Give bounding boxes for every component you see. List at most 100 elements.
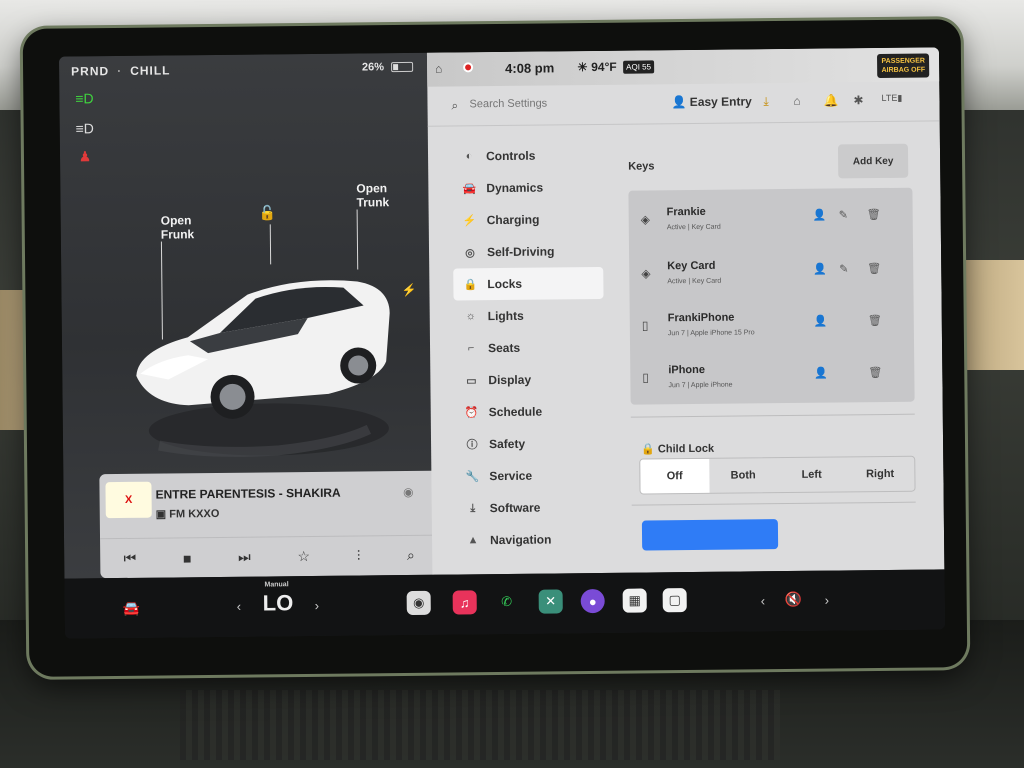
settings-nav: ◐ Controls 🚘 Dynamics ⚡ Charging ◎ Self-Driv… [452,139,606,557]
temp-up-arrow[interactable]: › [315,598,320,613]
trash-icon[interactable]: 🗑 [868,314,882,327]
nav-item-charging[interactable]: ⚡ Charging [453,203,603,237]
car-icon[interactable]: 🚘 [123,600,141,617]
phone-app-icon[interactable]: ✆ [495,590,519,614]
passenger-airbag-status: PASSENGER AIRBAG OFF [877,53,930,79]
stop-icon[interactable]: ■ [183,550,192,566]
child-lock-right[interactable]: Right [846,457,915,492]
child-lock-off[interactable]: Off [640,458,710,494]
key-item[interactable]: ◈ Frankie Active | Key Card 👤 ✎ 🗑 [628,192,913,247]
seat-icon: ⌐ [467,342,475,355]
climate-mode-label: Manual [264,581,289,589]
volume-down-arrow[interactable]: ‹ [761,593,766,608]
nav-item-controls[interactable]: ◐ Controls [452,139,602,173]
settings-panel: ⌂ 4:08 pm ☀ 94°F AQI 55 PASSENGER AIRBAG… [426,47,945,575]
sun-icon: ☼ [465,310,476,323]
nav-item-schedule[interactable]: ⏰ Schedule [455,395,605,429]
toggle-icon: ◐ [465,150,473,163]
trash-icon[interactable]: 🗑 [868,366,882,379]
search-settings-input[interactable] [469,96,630,111]
favorite-star-icon[interactable]: ☆ [297,548,310,565]
driver-profile-button[interactable]: 👤 Easy Entry [671,94,751,109]
outside-temperature: ☀ 94°F [577,59,617,75]
volume-up-arrow[interactable]: › [825,593,830,608]
bluetooth-icon[interactable]: ✱ [853,93,863,107]
bolt-icon: ⚡ [462,214,477,227]
nav-item-display[interactable]: ▭ Display [454,363,604,397]
camera-app-icon[interactable]: ◉ [406,590,431,616]
edit-pencil-icon[interactable]: ✎ [839,208,848,221]
car-icon: 🚘 [462,182,477,195]
bottom-dock: 🚘 ‹ Manual LO › ◉ ♫ ✆ ✕ ● ▦ ▢ ‹ 🔇 › [64,569,946,639]
calendar-app-icon[interactable]: ▢ [662,588,687,613]
charge-port-icon[interactable]: ⚡ [401,283,416,297]
media-app-icon[interactable]: ● [580,588,605,614]
display-icon: ▭ [466,374,477,387]
nav-item-lights[interactable]: ☼ Lights [454,299,604,333]
air-vent [180,690,780,760]
door-lock-icon[interactable]: 🔓 [259,204,277,221]
map-pin-icon [463,62,474,73]
wrench-icon: 🔧 [465,470,480,483]
cabin-temperature[interactable]: LO [263,590,294,616]
next-track-icon[interactable]: ⏭ [238,549,251,566]
nav-item-safety[interactable]: ⓘ Safety [455,427,605,461]
search-icon[interactable]: ⌕ [407,547,415,564]
nav-item-seats[interactable]: ⌐ Seats [454,331,604,365]
user-icon[interactable]: 👤 [813,263,827,276]
open-frunk-button[interactable]: Open Frunk [161,213,195,241]
user-icon[interactable]: 👤 [814,315,828,328]
nav-item-dynamics[interactable]: 🚘 Dynamics [452,171,602,205]
apps-launcher-icon[interactable]: ▦ [622,588,647,613]
child-lock-selector: Off Both Left Right [639,455,916,495]
music-app-icon[interactable]: ♫ [452,590,477,615]
drive-status: PRND · CHILL [71,63,171,79]
info-icon: ⓘ [466,439,478,452]
station-name: ▣ FM KXXO [155,507,220,521]
aqi-badge: AQI 55 [623,60,655,74]
blue-action-button[interactable] [641,519,779,551]
key-item[interactable]: ◈ Key Card Active | Key Card 👤 ✎ 🗑 [629,246,914,301]
section-divider [631,501,916,506]
keys-heading: Keys [628,160,655,173]
edit-pencil-icon[interactable]: ✎ [839,262,848,275]
previous-track-icon[interactable]: ⏮ [124,550,137,567]
phone-key-icon: ▯ [642,370,650,385]
trash-icon[interactable]: 🗑 [867,262,881,275]
toybox-app-icon[interactable]: ✕ [538,589,563,614]
keys-list: ◈ Frankie Active | Key Card 👤 ✎ 🗑 ◈ Key … [628,187,915,405]
key-item[interactable]: ▯ iPhone Jun 7 | Apple iPhone 👤 🗑 [630,350,915,405]
car-model-image [136,280,390,457]
nav-item-self-driving[interactable]: ◎ Self-Driving [453,235,603,269]
temp-down-arrow[interactable]: ‹ [237,599,242,614]
media-player: X ENTRE PARENTESIS - SHAKIRA ▣ FM KXXO ◉… [99,470,439,579]
seatbelt-warning-icon: ♟ [78,148,92,165]
user-icon[interactable]: 👤 [813,209,827,222]
drive-mode: CHILL [130,63,171,78]
key-card-icon: ◈ [640,212,651,227]
notification-bell-icon[interactable]: 🔔 [823,93,838,107]
nav-item-locks[interactable]: 🔒 Locks [453,266,604,301]
settings-header: ⌕ 👤 Easy Entry ⤓ ⌂ 🔔 ✱ LTE▮ [427,81,940,127]
key-item[interactable]: ▯ FrankiPhone Jun 7 | Apple iPhone 15 Pr… [630,298,915,353]
user-icon[interactable]: 👤 [814,367,828,380]
child-lock-left[interactable]: Left [777,457,846,492]
equalizer-icon[interactable]: ⫶ [357,547,361,564]
station-logo: X [105,481,152,519]
section-divider [630,413,915,418]
navigation-icon[interactable]: ⌂ [435,62,442,76]
add-key-button[interactable]: Add Key [837,143,909,179]
trash-icon[interactable]: 🗑 [867,208,881,221]
nav-item-service[interactable]: 🔧 Service [455,459,605,493]
wood-trim-right [954,260,1024,370]
nav-item-navigation[interactable]: ▲ Navigation [456,523,606,557]
navigation-icon: ▲ [467,534,479,547]
track-title: ENTRE PARENTESIS - SHAKIRA [155,485,341,502]
homelink-icon[interactable]: ⌂ [793,94,800,108]
audio-source-icon[interactable]: ◉ [403,485,414,499]
download-icon[interactable]: ⤓ [763,94,768,109]
mute-speaker-icon[interactable]: 🔇 [785,591,803,608]
open-trunk-button[interactable]: Open Trunk [356,181,389,209]
child-lock-both[interactable]: Both [709,458,778,493]
nav-item-software[interactable]: ⤓ Software [456,491,606,525]
